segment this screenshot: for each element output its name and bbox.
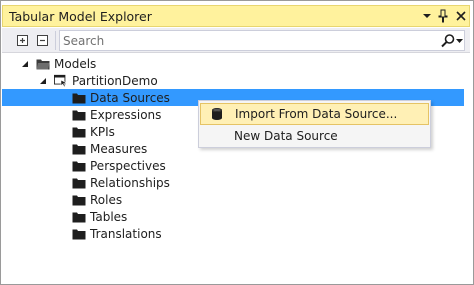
window-title: Tabular Model Explorer [9, 9, 152, 24]
tree-node-data-sources[interactable]: Data Sources [72, 89, 170, 106]
tree-node-expressions[interactable]: Expressions [72, 106, 161, 123]
database-icon [204, 103, 230, 125]
model-tree: Models PartitionDemo Data Sources Expres… [2, 53, 470, 281]
search-button[interactable] [440, 33, 456, 49]
close-button[interactable] [453, 8, 469, 24]
folder-icon [72, 126, 86, 138]
folder-icon [72, 177, 86, 189]
tree-node-model[interactable]: PartitionDemo [38, 72, 158, 89]
window-dropdown-button[interactable] [419, 8, 435, 24]
tree-node-relationships[interactable]: Relationships [72, 174, 170, 191]
tree-node-perspectives[interactable]: Perspectives [72, 157, 166, 174]
menu-item-icon-slot [203, 125, 229, 147]
tabular-model-explorer-panel: Tabular Model Explorer Search Models Par… [0, 0, 474, 285]
tree-node-translations[interactable]: Translations [72, 225, 162, 242]
folder-icon [72, 211, 86, 223]
models-folder-icon [36, 58, 50, 70]
search-icon [441, 34, 455, 48]
close-icon [456, 11, 466, 21]
tree-node-kpis[interactable]: KPIs [72, 123, 115, 140]
tree-node-measures[interactable]: Measures [72, 140, 147, 157]
chevron-down-icon [423, 14, 431, 18]
auto-hide-pin-button[interactable] [435, 8, 451, 24]
tree-node-label: Perspectives [90, 158, 166, 173]
search-options-button[interactable] [456, 33, 464, 49]
tree-node-label: Translations [90, 226, 162, 241]
folder-icon [72, 160, 86, 172]
toolbar [2, 28, 470, 53]
expand-all-button[interactable] [15, 33, 29, 47]
title-bar: Tabular Model Explorer [2, 5, 470, 27]
folder-icon [72, 92, 86, 104]
context-menu: Import From Data Source... New Data Sour… [198, 100, 431, 148]
toolbar-separator [55, 31, 56, 50]
menu-item-new-data-source[interactable]: New Data Source [200, 125, 429, 147]
model-icon [54, 74, 68, 87]
tree-node-label: Models [54, 56, 97, 71]
tree-node-label: Tables [90, 209, 128, 224]
tree-node-tables[interactable]: Tables [72, 208, 127, 225]
menu-item-label: Import From Data Source... [235, 107, 398, 121]
tree-node-roles[interactable]: Roles [72, 191, 122, 208]
pin-icon [438, 9, 448, 23]
folder-icon [72, 194, 86, 206]
search-input[interactable] [63, 32, 423, 49]
tree-node-label: Expressions [90, 107, 162, 122]
chevron-down-icon [456, 38, 463, 43]
tree-node-label: Data Sources [90, 90, 170, 105]
menu-item-label: New Data Source [234, 129, 338, 143]
folder-icon [72, 228, 86, 240]
collapse-all-button[interactable] [35, 33, 49, 47]
tree-node-models[interactable]: Models [20, 55, 96, 72]
expand-all-icon [16, 34, 28, 46]
expanded-arrow-icon[interactable] [20, 59, 30, 69]
folder-icon [72, 143, 86, 155]
tree-node-label: Relationships [90, 175, 170, 190]
folder-icon [72, 109, 86, 121]
tree-node-label: Roles [90, 192, 123, 207]
tree-node-label: PartitionDemo [72, 73, 158, 88]
expanded-arrow-icon[interactable] [38, 76, 48, 86]
tree-node-label: Measures [90, 141, 148, 156]
search-box [59, 30, 465, 51]
tree-node-label: KPIs [90, 124, 115, 139]
menu-item-import-from-data-source[interactable]: Import From Data Source... [200, 103, 429, 125]
collapse-all-icon [36, 34, 48, 46]
